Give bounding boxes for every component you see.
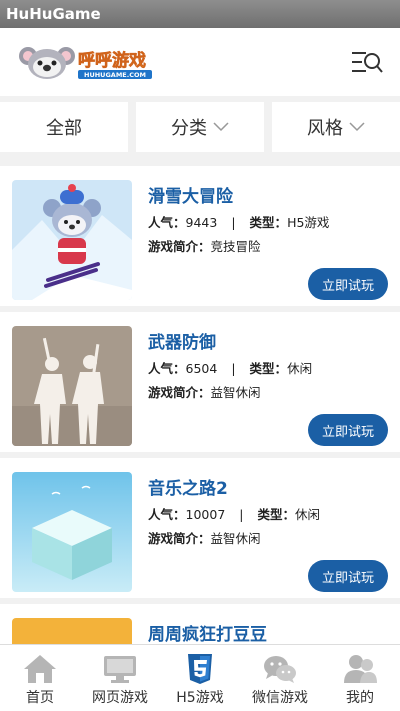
game-thumbnail-beans[interactable]: [12, 618, 132, 644]
popularity-label: 人气：: [148, 215, 186, 230]
game-card[interactable]: 滑雪大冒险 人气：9443 | 类型：H5游戏 游戏简介：竞技冒险 立即试玩: [0, 166, 400, 306]
tab-home[interactable]: 首页: [0, 645, 80, 711]
intro-value: 竞技冒险: [210, 239, 261, 254]
monitor-icon: [104, 656, 136, 683]
filter-all-label: 全部: [46, 118, 82, 139]
game-card[interactable]: 周周疯狂打豆豆: [0, 604, 400, 644]
tab-h5-games[interactable]: H5游戏: [160, 645, 240, 711]
game-title[interactable]: 周周疯狂打豆豆: [148, 620, 267, 644]
svg-text:呼呼游戏: 呼呼游戏: [78, 50, 146, 71]
type-value: 休闲: [287, 361, 313, 376]
popularity-label: 人气：: [148, 361, 186, 376]
chevron-down-icon: [213, 122, 229, 132]
game-list[interactable]: 滑雪大冒险 人气：9443 | 类型：H5游戏 游戏简介：竞技冒险 立即试玩 武器防…: [0, 166, 400, 644]
game-card[interactable]: 武器防御 人气：6504 | 类型：休闲 游戏简介：益智休闲 立即试玩: [0, 312, 400, 452]
wechat-icon: [264, 656, 296, 683]
game-meta: 人气：9443 | 类型：H5游戏: [148, 212, 329, 231]
svg-text:HUHUGAME.COM: HUHUGAME.COM: [84, 71, 146, 79]
game-meta: 人气：10007 | 类型：休闲: [148, 504, 320, 523]
tab-wechat-games-label: 微信游戏: [252, 690, 308, 706]
filter-bar: 全部 分类 风格: [0, 96, 400, 166]
game-intro: 游戏简介：竞技冒险: [148, 236, 261, 255]
play-now-button[interactable]: 立即试玩: [308, 414, 388, 446]
tab-home-label: 首页: [26, 690, 54, 706]
tab-wechat-games[interactable]: 微信游戏: [240, 645, 320, 711]
popularity-value: 10007: [185, 507, 226, 522]
intro-label: 游戏简介：: [148, 385, 211, 400]
separator: |: [231, 215, 236, 230]
filter-category[interactable]: 分类: [136, 102, 264, 152]
game-title[interactable]: 滑雪大冒险: [148, 182, 233, 207]
type-label: 类型：: [249, 361, 288, 376]
filter-all[interactable]: 全部: [0, 102, 128, 152]
play-now-button[interactable]: 立即试玩: [308, 560, 388, 592]
filter-category-label: 分类: [171, 118, 207, 139]
intro-value: 益智休闲: [210, 531, 261, 546]
game-meta: 人气：6504 | 类型：休闲: [148, 358, 312, 377]
play-now-button[interactable]: 立即试玩: [308, 268, 388, 300]
menu-search-icon[interactable]: [350, 48, 384, 76]
game-intro: 游戏简介：益智休闲: [148, 528, 261, 547]
popularity-value: 9443: [185, 215, 218, 230]
game-title[interactable]: 武器防御: [148, 328, 216, 353]
type-label: 类型：: [249, 215, 288, 230]
status-bar: HuHuGame: [0, 0, 400, 28]
chevron-down-icon: [349, 122, 365, 132]
intro-value: 益智休闲: [210, 385, 261, 400]
html5-icon: [188, 654, 212, 684]
type-value: 休闲: [295, 507, 321, 522]
filter-style[interactable]: 风格: [272, 102, 400, 152]
game-thumbnail-weapon[interactable]: [12, 326, 132, 446]
bottom-tab-bar: 首页 网页游戏 H5游戏 微信游戏 我的: [0, 644, 400, 711]
app-name: HuHuGame: [6, 5, 101, 23]
filter-style-label: 风格: [307, 118, 343, 139]
tab-h5-games-label: H5游戏: [176, 690, 224, 706]
tab-web-games-label: 网页游戏: [92, 690, 148, 706]
huhugame-logo[interactable]: 呼呼游戏 HUHUGAME.COM: [18, 42, 158, 82]
intro-label: 游戏简介：: [148, 239, 211, 254]
type-value: H5游戏: [287, 215, 330, 230]
game-title[interactable]: 音乐之路2: [148, 474, 228, 499]
tab-mine-label: 我的: [346, 690, 374, 706]
separator: |: [239, 507, 244, 522]
home-icon: [24, 655, 56, 683]
game-thumbnail-ski[interactable]: [12, 180, 132, 300]
tab-web-games[interactable]: 网页游戏: [80, 645, 160, 711]
header: 呼呼游戏 HUHUGAME.COM: [0, 28, 400, 96]
popularity-label: 人气：: [148, 507, 186, 522]
type-label: 类型：: [257, 507, 296, 522]
tab-mine[interactable]: 我的: [320, 645, 400, 711]
game-intro: 游戏简介：益智休闲: [148, 382, 261, 401]
popularity-value: 6504: [185, 361, 218, 376]
intro-label: 游戏简介：: [148, 531, 211, 546]
game-card[interactable]: 音乐之路2 人气：10007 | 类型：休闲 游戏简介：益智休闲 立即试玩: [0, 458, 400, 598]
user-icon: [344, 655, 377, 683]
separator: |: [231, 361, 236, 376]
game-thumbnail-music-road[interactable]: [12, 472, 132, 592]
